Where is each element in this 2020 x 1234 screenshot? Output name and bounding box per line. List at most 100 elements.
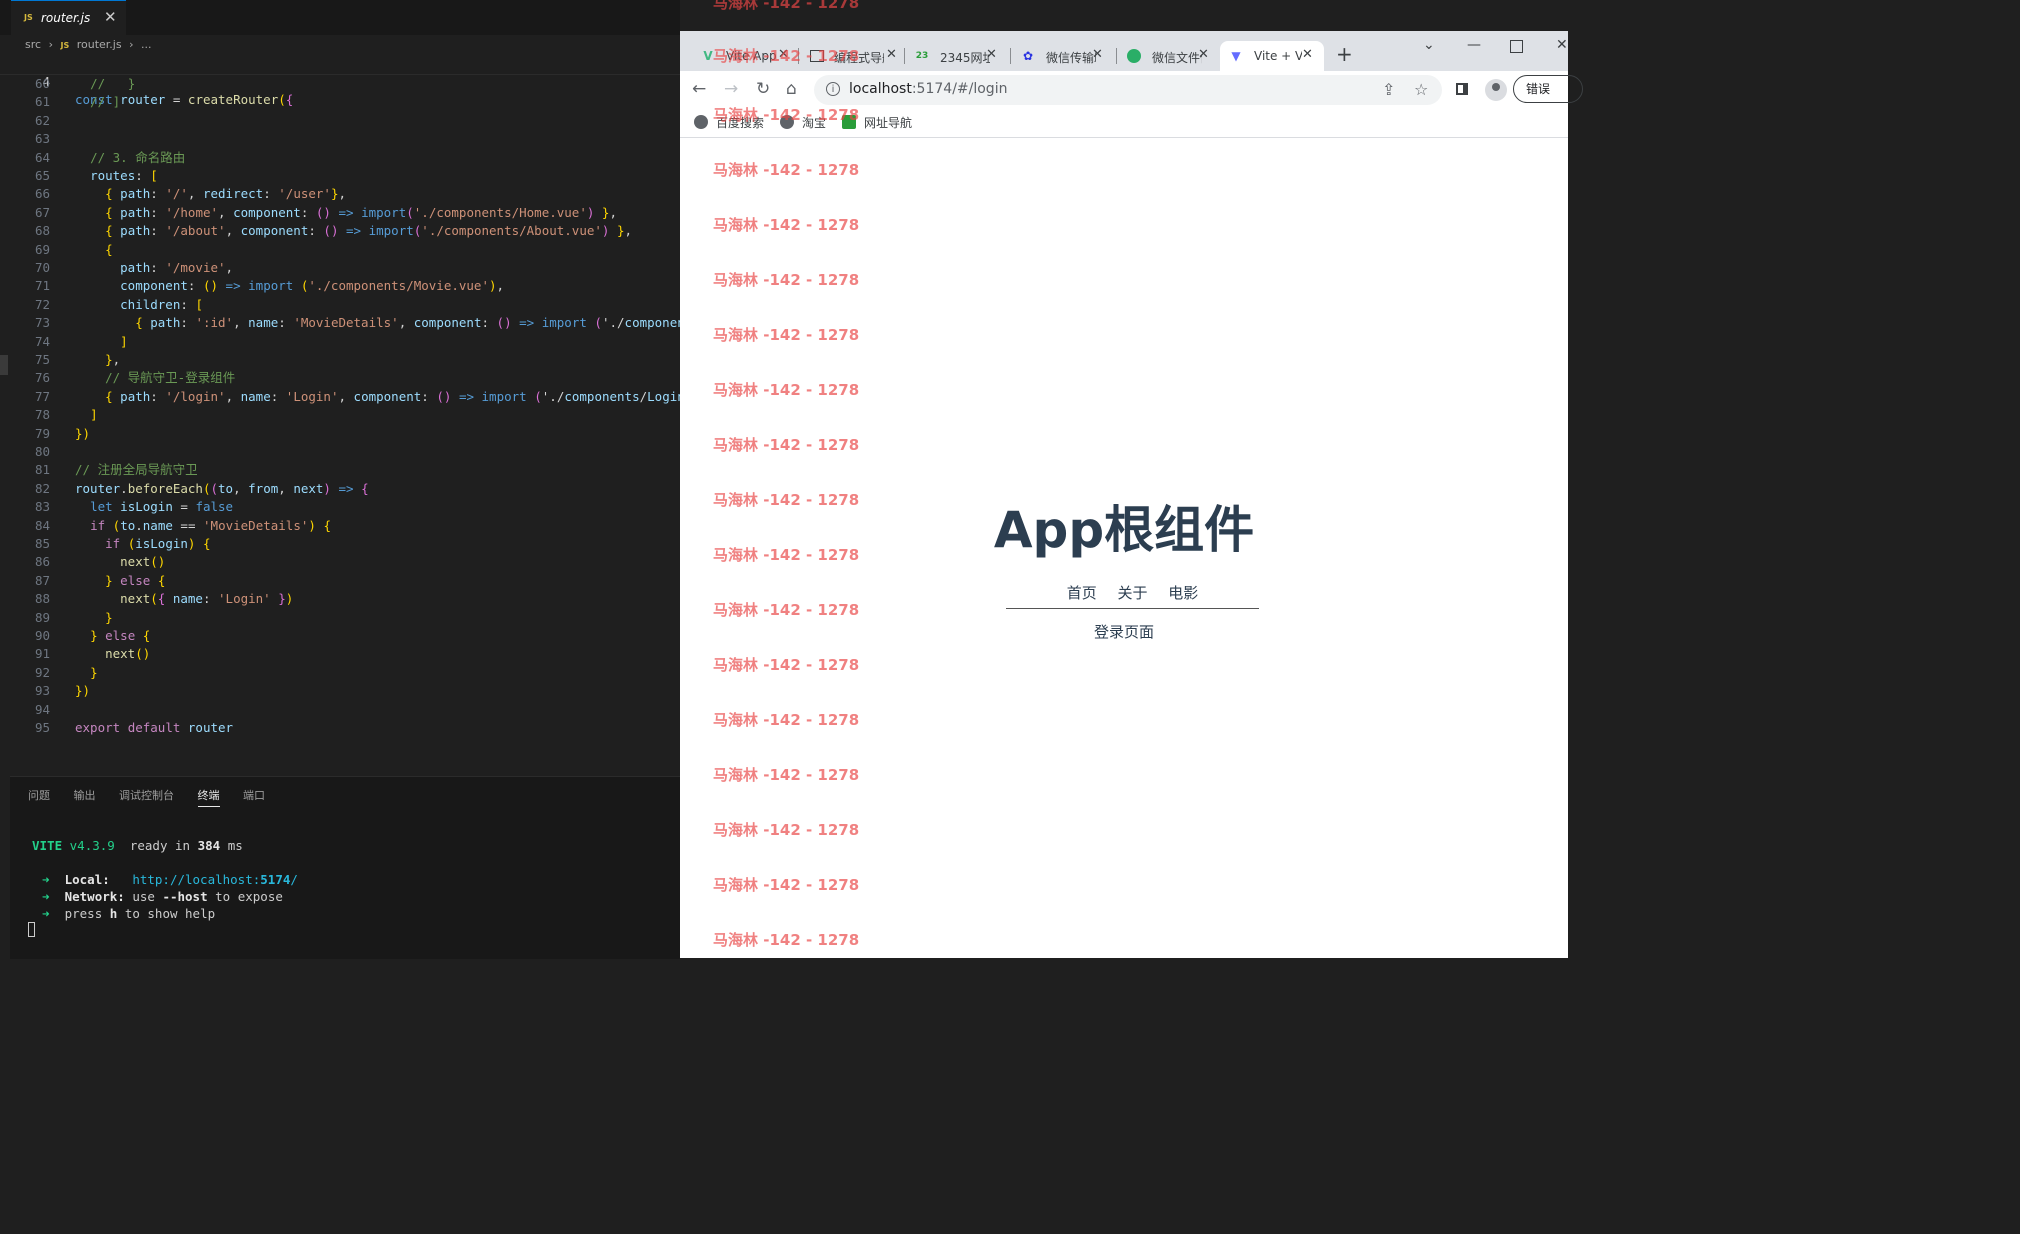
tab-output[interactable]: 输出 xyxy=(74,787,96,806)
terminal-help-line: ➜ press h to show help xyxy=(42,906,216,921)
close-icon[interactable]: ✕ xyxy=(778,47,789,62)
code-row: 92 } xyxy=(0,664,680,682)
line-number: 81 xyxy=(34,462,50,478)
code-line[interactable]: { path: '/login', name: 'Login', compone… xyxy=(75,388,680,406)
code-line[interactable]: { path: '/home', component: () => import… xyxy=(75,204,617,222)
nav-link-home[interactable]: 首页 xyxy=(1067,584,1097,602)
address-bar[interactable]: i localhost:5174/#/login ⇪ ☆ xyxy=(814,75,1442,105)
site-info-icon[interactable]: i xyxy=(826,82,840,96)
line-number: 87 xyxy=(34,572,50,588)
code-row: 94 xyxy=(0,701,680,719)
code-row: 68 { path: '/about', component: () => im… xyxy=(0,222,680,240)
reload-icon[interactable]: ↻ xyxy=(756,79,770,99)
side-panel-icon[interactable] xyxy=(1456,83,1468,95)
close-icon[interactable]: ✕ xyxy=(1198,47,1209,62)
code-row: 82 router.beforeEach((to, from, next) => … xyxy=(0,480,680,498)
code-line[interactable]: ] xyxy=(75,333,128,351)
code-row: 87 } else { xyxy=(0,572,680,590)
share-icon[interactable]: ⇪ xyxy=(1382,80,1395,99)
browser-tab[interactable]: 编程式导航 ✕ xyxy=(800,41,905,71)
code-row: 84 if (to.name == 'MovieDetails') { xyxy=(0,517,680,535)
local-url-link[interactable]: http://localhost:5174/ xyxy=(132,872,298,887)
code-line[interactable]: }) xyxy=(75,682,90,700)
code-line[interactable]: // 注册全局导航守卫 xyxy=(75,461,198,479)
star-icon[interactable]: ☆ xyxy=(1414,80,1428,99)
chevron-right-icon: › xyxy=(129,38,134,51)
code-line[interactable]: if (isLogin) { xyxy=(75,535,210,553)
url-text[interactable]: localhost:5174/#/login xyxy=(849,81,1007,97)
minimize-icon[interactable]: — xyxy=(1467,37,1481,53)
nav-link-movie[interactable]: 电影 xyxy=(1168,584,1198,602)
close-window-icon[interactable]: ✕ xyxy=(1556,37,1568,53)
code-line[interactable]: } xyxy=(75,609,113,627)
tab-terminal[interactable]: 终端 xyxy=(197,787,220,807)
nav-link-about[interactable]: 关于 xyxy=(1117,584,1147,602)
login-page-content: 登录页面 xyxy=(1093,623,1154,641)
close-icon[interactable]: ✕ xyxy=(886,47,897,62)
sticky-scroll-line[interactable]: 4 const router = createRouter({ xyxy=(0,55,680,107)
code-line[interactable]: next({ name: 'Login' }) xyxy=(75,590,293,608)
code-line[interactable]: } else { xyxy=(75,572,165,590)
tab-problems[interactable]: 问题 xyxy=(28,787,50,806)
bookmark-item[interactable]: 网址导航 xyxy=(842,114,912,131)
code-row: 76 // 导航守卫-登录组件 xyxy=(0,369,680,387)
code-line[interactable]: } xyxy=(75,664,98,682)
code-line[interactable]: { path: ':id', name: 'MovieDetails', com… xyxy=(75,314,680,332)
code-line[interactable]: path: '/movie', xyxy=(75,259,233,277)
browser-tab-strip: V Vite App ✕ 编程式导航 ✕ 23 2345网址导航 ✕ ✿ 微信传… xyxy=(680,31,1568,71)
tab-search-icon[interactable]: ⌄ xyxy=(1423,37,1435,53)
browser-tab[interactable]: ✿ 微信传输助手 ✕ xyxy=(1012,41,1117,71)
code-line[interactable]: }, xyxy=(75,351,120,369)
browser-tab[interactable]: V Vite App ✕ xyxy=(692,41,797,71)
code-line[interactable]: ] xyxy=(75,406,98,424)
line-number: 64 xyxy=(34,149,50,165)
code-line[interactable]: // 3. 命名路由 xyxy=(75,149,185,167)
code-row: 86 next() xyxy=(0,553,680,571)
terminal-cursor[interactable] xyxy=(28,922,35,937)
maximize-icon[interactable] xyxy=(1510,40,1523,53)
code-line[interactable]: { xyxy=(75,241,113,259)
code-line[interactable]: // 导航守卫-登录组件 xyxy=(75,369,235,387)
code-area[interactable]: 60 // } 61 // ] 62 63 64 // 3. 命名路由 65 routes… xyxy=(0,75,680,775)
code-line[interactable]: // } xyxy=(75,75,135,93)
code-line[interactable]: routes: [ xyxy=(75,167,158,185)
code-line[interactable]: { path: '/about', component: () => impor… xyxy=(75,222,632,240)
code-line[interactable]: children: [ xyxy=(75,296,203,314)
code-line[interactable]: let isLogin = false xyxy=(75,498,233,516)
tab-ports[interactable]: 端口 xyxy=(243,787,265,806)
close-icon[interactable]: ✕ xyxy=(1302,47,1313,62)
close-icon[interactable]: ✕ xyxy=(1092,47,1103,62)
browser-tab[interactable]: 23 2345网址导航 ✕ xyxy=(906,41,1011,71)
back-icon[interactable]: ← xyxy=(692,79,706,99)
code-line[interactable]: } else { xyxy=(75,627,150,645)
bookmark-item[interactable]: 百度搜索 xyxy=(694,114,764,131)
line-number: 78 xyxy=(34,407,50,423)
line-number: 83 xyxy=(34,499,50,515)
code-line[interactable]: }) xyxy=(75,425,90,443)
profile-avatar[interactable] xyxy=(1485,79,1507,101)
close-icon[interactable]: ✕ xyxy=(986,47,997,62)
code-line[interactable]: if (to.name == 'MovieDetails') { xyxy=(75,517,331,535)
breadcrumb-folder[interactable]: src xyxy=(25,38,41,51)
browser-tab-active[interactable]: ▼ Vite + Vue ✕ xyxy=(1220,41,1324,71)
breadcrumb-file[interactable]: router.js xyxy=(77,38,122,51)
close-icon[interactable]: ✕ xyxy=(104,8,117,26)
editor-tab-router-js[interactable]: JS router.js ✕ xyxy=(11,0,126,35)
breadcrumb-symbol[interactable]: ... xyxy=(141,38,152,51)
new-tab-button[interactable]: + xyxy=(1336,42,1353,66)
tab-debug-console[interactable]: 调试控制台 xyxy=(119,787,174,806)
line-number: 61 xyxy=(34,94,50,110)
code-line[interactable]: component: () => import ('./components/M… xyxy=(75,277,504,295)
code-line[interactable]: next() xyxy=(75,553,165,571)
error-button[interactable]: 错误 xyxy=(1513,75,1583,103)
code-line[interactable]: router.beforeEach((to, from, next) => { xyxy=(75,480,369,498)
code-line[interactable]: { path: '/', redirect: '/user'}, xyxy=(75,185,346,203)
bookmark-item[interactable]: 淘宝 xyxy=(780,114,826,131)
forward-icon[interactable]: → xyxy=(724,79,738,99)
code-line[interactable]: next() xyxy=(75,645,150,663)
browser-tab[interactable]: 微信文件传输 ✕ xyxy=(1118,41,1218,71)
home-icon[interactable]: ⌂ xyxy=(786,79,797,99)
scroll-position-marker xyxy=(0,355,8,375)
code-line[interactable]: export default router xyxy=(75,719,233,737)
code-line[interactable]: // ] xyxy=(75,93,120,111)
